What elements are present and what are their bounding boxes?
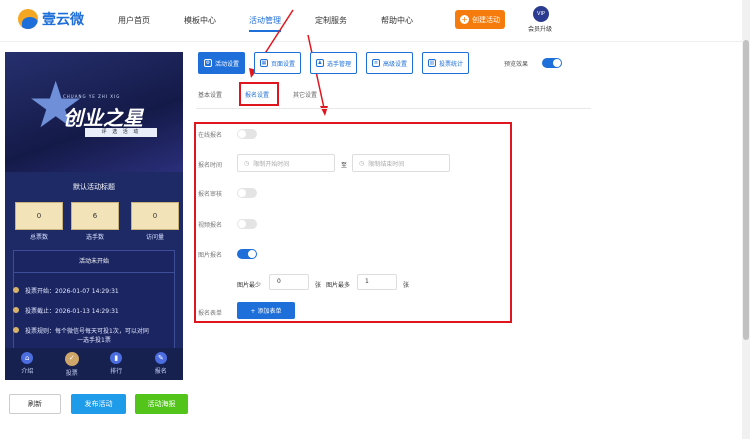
online-signup-label: 在线报名 <box>198 132 223 139</box>
phone-preview: ★ CHUANG YE ZHI XIG 创业之星 评 选 活 动 默认活动标题 … <box>5 52 183 380</box>
stat-total-votes: 0 <box>15 202 63 230</box>
tab-intro[interactable]: ⌂ 介绍 <box>5 348 50 380</box>
stat-visits: 0 <box>131 202 179 230</box>
stat-label: 选手数 <box>85 234 104 241</box>
bar-chart-icon: ▥ <box>428 59 436 67</box>
time-separator: 至 <box>341 162 348 169</box>
vote-end-text: 投票截止：2026-01-13 14:29:31 <box>25 308 119 315</box>
clock-icon <box>13 287 19 293</box>
tab-label: 页面设置 <box>271 60 296 68</box>
stat-label: 总票数 <box>29 234 48 241</box>
activity-status: 活动未开始 <box>14 251 174 273</box>
preview-label: 预览效果 <box>504 61 529 68</box>
signup-audit-label: 报名审核 <box>198 191 223 198</box>
vote-rule-text: 投票规则：每个微信号每天可投1次，可以对同一选手投1票 <box>25 326 149 344</box>
rule-icon <box>13 327 19 333</box>
vote-rule-row: 投票规则：每个微信号每天可投1次，可以对同一选手投1票 <box>13 326 183 344</box>
clock-icon: ◷ <box>359 159 365 167</box>
stat-contestants: 6 <box>71 202 119 230</box>
end-time-placeholder: 限制结束时间 <box>368 160 405 168</box>
tab-label: 活动设置 <box>215 60 240 68</box>
tab-label: 高级设置 <box>383 60 408 68</box>
banner-title: 创业之星 <box>63 106 143 130</box>
image-signup-toggle[interactable] <box>237 249 257 259</box>
tab-page-settings[interactable]: ▦ 页面设置 <box>254 52 302 74</box>
tab-signup[interactable]: ✎ 报名 <box>139 348 184 380</box>
image-max-input[interactable]: 1 <box>357 274 397 290</box>
video-signup-toggle[interactable] <box>237 219 257 229</box>
vote-start-row: 投票开始：2026-01-07 14:29:31 <box>13 286 119 295</box>
tab-vote-stats[interactable]: ▥ 投票统计 <box>422 52 470 74</box>
banner-subtitle: CHUANG YE ZHI XIG <box>63 94 121 99</box>
highlight-subtab <box>239 82 279 106</box>
tab-vote-label: 投票 <box>65 370 78 377</box>
tab-signup-label: 报名 <box>154 368 167 375</box>
poster-button[interactable]: 活动海报 <box>135 394 188 414</box>
tab-label: 选手管理 <box>327 60 352 68</box>
image-min-label: 图片最少 <box>237 282 262 289</box>
tab-ranking-label: 排行 <box>110 368 123 375</box>
phone-tabbar: ⌂ 介绍 ✓ 投票 ▮ 排行 ✎ 报名 <box>5 348 183 380</box>
publish-button[interactable]: 发布活动 <box>71 394 126 414</box>
tab-advanced-settings[interactable]: ≡ 高级设置 <box>366 52 414 74</box>
image-signup-label: 图片报名 <box>198 252 223 259</box>
ranking-icon: ▮ <box>110 352 123 364</box>
tab-intro-label: 介绍 <box>21 368 34 375</box>
image-max-unit: 张 <box>403 282 410 289</box>
users-icon: ♟ <box>316 59 324 67</box>
clock-icon: ◷ <box>244 159 250 167</box>
vote-rule-line2: 一选手投1票 <box>77 337 111 344</box>
subtab-other[interactable]: 其它设置 <box>293 90 317 99</box>
tab-contestant-manage[interactable]: ♟ 选手管理 <box>310 52 358 74</box>
image-max-label: 图片最多 <box>326 282 351 289</box>
gear-icon: ⚙ <box>204 59 212 67</box>
activity-title: 默认活动标题 <box>73 183 115 191</box>
vote-icon: ✓ <box>64 352 79 366</box>
subtab-basic[interactable]: 基本设置 <box>198 90 222 99</box>
preview-toggle[interactable] <box>542 58 562 68</box>
signup-icon: ✎ <box>154 352 167 364</box>
signup-time-label: 报名时间 <box>198 162 223 169</box>
page-icon: ▦ <box>260 59 268 67</box>
signup-audit-toggle[interactable] <box>237 188 257 198</box>
refresh-button[interactable]: 刷新 <box>9 394 61 414</box>
activity-banner: ★ CHUANG YE ZHI XIG 创业之星 评 选 活 动 <box>5 52 183 172</box>
tab-label: 投票统计 <box>439 60 464 68</box>
tab-vote[interactable]: ✓ 投票 <box>50 348 95 380</box>
tab-ranking[interactable]: ▮ 排行 <box>94 348 139 380</box>
add-form-button[interactable]: + 添加表单 <box>237 302 295 319</box>
start-time-input[interactable]: ◷ 限制开始时间 <box>237 154 335 172</box>
clock-icon <box>13 307 19 313</box>
start-time-placeholder: 限制开始时间 <box>253 160 290 168</box>
image-min-input[interactable]: 0 <box>269 274 309 290</box>
vote-end-row: 投票截止：2026-01-13 14:29:31 <box>13 306 119 315</box>
vote-rule-line1: 投票规则：每个微信号每天可投1次，可以对同 <box>25 328 149 335</box>
subtab-divider <box>196 108 591 109</box>
video-signup-label: 视频报名 <box>198 222 223 229</box>
home-icon: ⌂ <box>21 352 34 364</box>
sliders-icon: ≡ <box>372 59 380 67</box>
stat-label: 访问量 <box>145 234 164 241</box>
banner-tag: 评 选 活 动 <box>85 128 157 137</box>
signup-form-label: 报名表单 <box>198 310 223 317</box>
online-signup-toggle[interactable] <box>237 129 257 139</box>
end-time-input[interactable]: ◷ 限制结束时间 <box>352 154 450 172</box>
image-min-unit: 张 <box>315 282 322 289</box>
tab-activity-settings[interactable]: ⚙ 活动设置 <box>198 52 246 74</box>
vote-start-text: 投票开始：2026-01-07 14:29:31 <box>25 288 119 295</box>
